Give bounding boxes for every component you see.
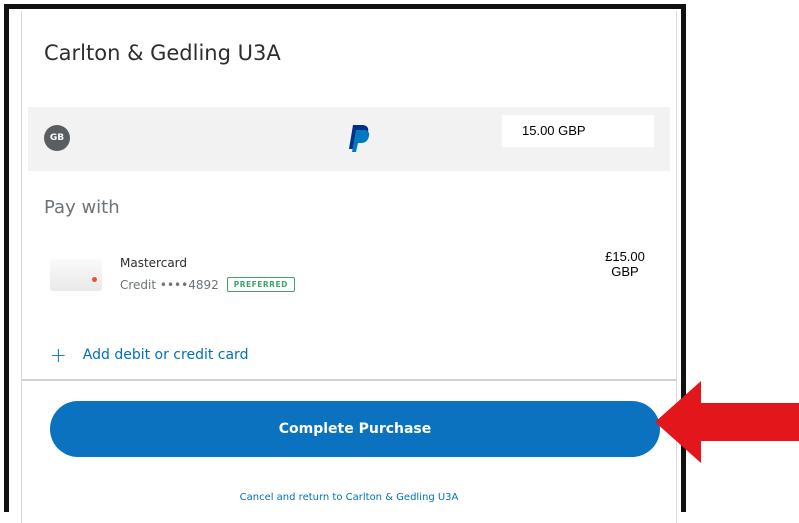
cancel-return-link[interactable]: Cancel and return to Carlton & Gedling U…: [22, 492, 676, 503]
red-arrow-icon: [655, 381, 799, 463]
add-card-link[interactable]: + Add debit or credit card: [50, 345, 248, 365]
preferred-badge: PREFERRED: [226, 277, 295, 292]
mastercard-logo-icon: [92, 277, 97, 282]
card-number-masked: Credit ••••4892: [120, 277, 219, 292]
add-card-label: Add debit or credit card: [82, 347, 249, 363]
merchant-title: Carlton & Gedling U3A: [44, 41, 281, 65]
paypal-logo-icon: [349, 125, 370, 152]
checkout-card: Carlton & Gedling U3A GB 15.00 GBP Pay w…: [21, 11, 677, 523]
card-name[interactable]: Mastercard: [120, 256, 187, 270]
mastercard-card-icon[interactable]: [50, 259, 102, 291]
card-detail: Credit ••••4892 PREFERRED: [120, 277, 295, 292]
complete-purchase-button[interactable]: Complete Purchase: [50, 401, 660, 457]
card-amount-currency: GBP: [611, 264, 639, 279]
pay-with-heading: Pay with: [44, 197, 120, 218]
screenshot-frame: Carlton & Gedling U3A GB 15.00 GBP Pay w…: [4, 4, 686, 523]
order-total: 15.00 GBP: [502, 115, 654, 147]
order-summary-bar[interactable]: GB 15.00 GBP: [28, 107, 670, 171]
country-badge-icon: GB: [44, 125, 70, 151]
card-amount-value: £15.00: [605, 249, 645, 264]
plus-icon: +: [50, 343, 67, 367]
section-divider: [22, 379, 676, 381]
card-charge-amount: £15.00 GBP: [582, 249, 668, 279]
